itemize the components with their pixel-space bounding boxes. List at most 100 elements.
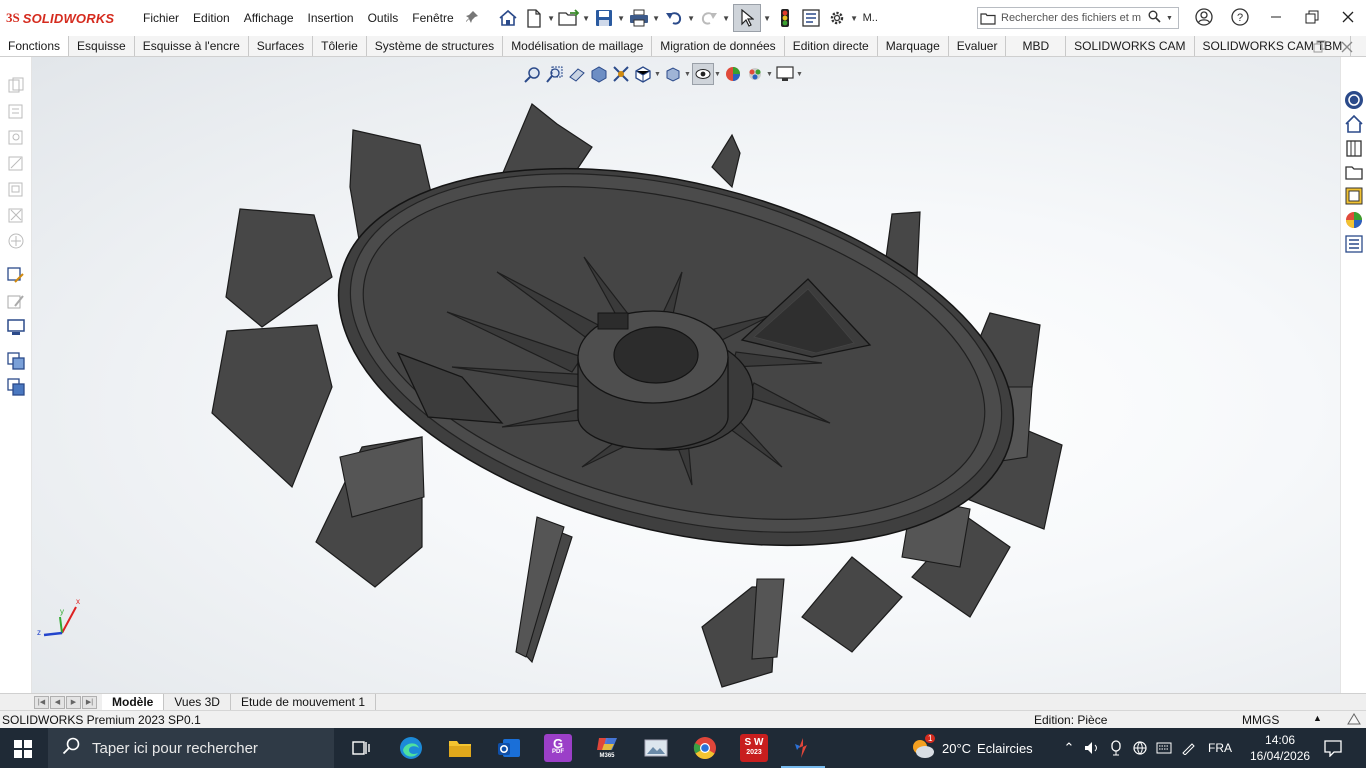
search-dropdown-icon[interactable]: ▼ [1166,15,1178,22]
feature-icon-1[interactable] [7,76,25,94]
menu-outils[interactable]: Outils [361,0,406,36]
tab-fonctions[interactable]: Fonctions [0,36,70,56]
apply-scene-dropdown-icon[interactable]: ▼ [766,71,774,78]
photos-icon[interactable] [642,734,670,762]
windows-start-icon[interactable] [14,740,32,758]
fan-model[interactable] [32,57,1340,693]
solidworks-resources-icon[interactable] [1344,90,1364,110]
units-dropdown-icon[interactable]: ▲ [1313,713,1322,723]
tab-solidworks-cam-tbm[interactable]: SOLIDWORKS CAM TBM [1195,36,1352,56]
sketch-tool-icon[interactable] [7,266,25,284]
language-indicator[interactable]: FRA [1208,741,1232,755]
graphics-restore-icon[interactable] [1313,40,1327,58]
restore-icon[interactable] [1294,10,1330,27]
edit-appearance-icon[interactable] [722,63,744,85]
menu-fichier[interactable]: Fichier [136,0,186,36]
tab-migration-donnees[interactable]: Migration de données [652,36,785,56]
prev-tab-icon[interactable]: ◀ [50,695,65,709]
previous-view-icon[interactable] [566,63,588,85]
open-dropdown-icon[interactable]: ▼ [582,14,591,23]
appearances-icon[interactable] [1344,210,1364,230]
last-tab-icon[interactable]: ▶| [82,695,97,709]
redo-dropdown-icon[interactable]: ▼ [722,14,731,23]
select-dropdown-icon[interactable]: ▼ [763,14,772,23]
tab-mbd[interactable]: MBD [1006,36,1067,56]
task-home-icon[interactable] [1344,114,1364,134]
display-style-icon[interactable] [662,63,684,85]
save-dropdown-icon[interactable]: ▼ [617,14,626,23]
file-properties-icon[interactable] [800,7,822,29]
view-settings-icon[interactable] [774,63,796,85]
taskbar-search-input[interactable]: Taper ici pour rechercher [92,740,258,757]
save-icon[interactable] [593,7,615,29]
open-icon[interactable] [557,7,580,29]
minimize-icon[interactable] [1258,10,1294,26]
graphics-area[interactable]: x y z [32,57,1340,693]
feature-icon-7[interactable] [7,232,25,250]
feature-icon-4[interactable] [7,154,25,172]
user-icon[interactable] [1186,7,1222,29]
hide-show-dropdown-icon[interactable]: ▼ [714,71,722,78]
home-icon[interactable] [497,7,519,29]
volume-icon[interactable] [1080,741,1104,755]
design-library-icon[interactable] [1344,138,1364,158]
rebuild-icon[interactable] [774,7,796,29]
layer-tool-icon-1[interactable] [7,352,25,370]
solidworks-2023-icon[interactable]: S W 2023 [740,734,768,762]
tab-marquage[interactable]: Marquage [878,36,949,56]
undo-dropdown-icon[interactable]: ▼ [687,14,696,23]
tab-esquisse[interactable]: Esquisse [69,36,135,56]
hide-show-items-icon[interactable] [692,63,714,85]
solidworks-active-icon[interactable] [789,734,817,762]
new-document-icon[interactable] [523,7,545,29]
more-menu[interactable]: M.. [863,12,878,24]
show-hidden-icons-icon[interactable]: ⌃ [1058,740,1080,756]
layer-tool-icon-2[interactable] [7,378,25,396]
pdf-app-icon[interactable]: G PDF [544,734,572,762]
first-tab-icon[interactable]: |◀ [34,695,49,709]
next-tab-icon[interactable]: ▶ [66,695,81,709]
taskbar-clock[interactable]: 14:06 16/04/2026 [1250,732,1310,764]
tab-surfaces[interactable]: Surfaces [249,36,314,56]
solidworks-logo[interactable]: 3S SOLIDWORKS [6,10,136,26]
feature-icon-2[interactable] [7,102,25,120]
tab-edition-directe[interactable]: Edition directe [785,36,878,56]
tab-tolerie[interactable]: Tôlerie [313,36,367,56]
taskbar-search[interactable]: Taper ici pour rechercher [48,728,334,768]
search-box[interactable]: Rechercher des fichiers et m ▼ [977,7,1179,29]
m365-icon[interactable]: M365 [593,734,621,762]
units-system[interactable]: MMGS [1242,713,1279,727]
print-icon[interactable] [628,7,650,29]
menu-insertion[interactable]: Insertion [301,0,361,36]
tab-systeme-structures[interactable]: Système de structures [367,36,504,56]
graphics-close-icon[interactable] [1341,40,1353,58]
feature-icon-6[interactable] [7,206,25,224]
tab-modele[interactable]: Modèle [102,694,165,710]
chrome-icon[interactable] [691,734,719,762]
tab-modelisation-maillage[interactable]: Modélisation de maillage [503,36,653,56]
tab-esquisse-encre[interactable]: Esquisse à l'encre [135,36,249,56]
display-style-dropdown-icon[interactable]: ▼ [684,71,692,78]
menu-edition[interactable]: Edition [186,0,237,36]
weather-widget[interactable]: 1 20°C Eclaircies [910,728,1033,768]
file-explorer-pane-icon[interactable] [1344,162,1364,182]
close-icon[interactable] [1330,10,1366,26]
tab-vues-3d[interactable]: Vues 3D [164,694,231,710]
status-options-icon[interactable] [1346,712,1362,729]
tab-evaluer[interactable]: Evaluer [949,36,1007,56]
search-icon[interactable] [1148,10,1166,26]
view-palette-icon[interactable] [1344,186,1364,206]
keyboard-icon[interactable] [1152,742,1176,754]
file-explorer-icon[interactable] [446,734,474,762]
feature-icon-5[interactable] [7,180,25,198]
task-view-icon[interactable] [347,734,375,762]
section-view-icon[interactable] [588,63,610,85]
dynamic-annotation-icon[interactable] [610,63,632,85]
menu-fenetre[interactable]: Fenêtre [405,0,460,36]
edge-icon[interactable] [397,734,425,762]
edit-tool-icon[interactable] [7,292,25,310]
print-dropdown-icon[interactable]: ▼ [652,14,661,23]
options-dropdown-icon[interactable]: ▼ [850,14,859,23]
outlook-icon[interactable] [495,734,523,762]
network-icon[interactable] [1128,741,1152,755]
